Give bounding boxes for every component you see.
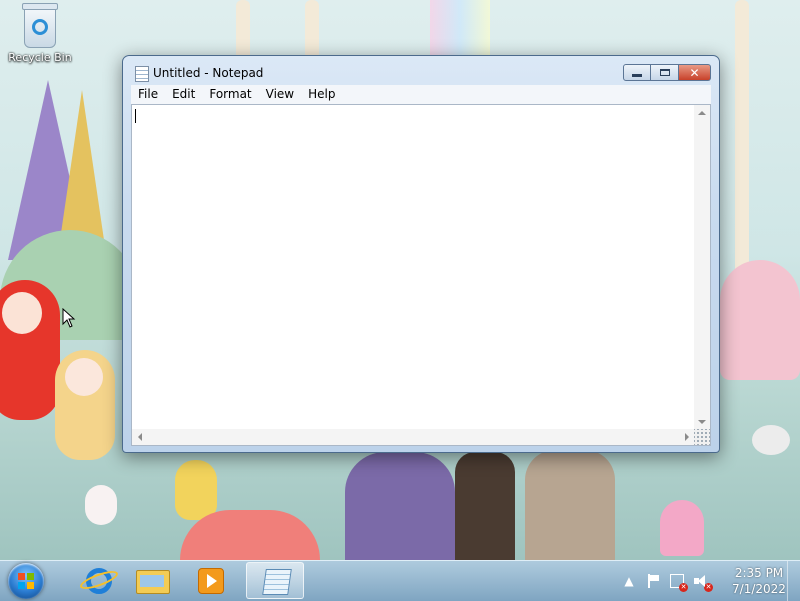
text-editor[interactable] (132, 105, 695, 430)
window-title: Untitled - Notepad (153, 66, 264, 80)
window-titlebar[interactable]: Untitled - Notepad ✕ (123, 56, 719, 86)
wallpaper-doll-face (2, 292, 42, 334)
scroll-left-icon[interactable] (138, 433, 142, 441)
wallpaper-yellow-cone (60, 90, 104, 240)
wallpaper-figure (455, 452, 515, 560)
notepad-window[interactable]: Untitled - Notepad ✕ File Edit Format Vi… (122, 55, 720, 453)
menu-help[interactable]: Help (301, 85, 342, 104)
menu-bar: File Edit Format View Help (131, 85, 711, 104)
wallpaper-doll-face (65, 358, 103, 396)
close-icon: ✕ (689, 65, 700, 80)
wallpaper-tree (735, 0, 749, 300)
clock[interactable]: 2:35 PM 7/1/2022 (728, 565, 790, 597)
wallpaper-pink-plant (720, 260, 800, 380)
clock-time: 2:35 PM (734, 566, 784, 580)
show-desktop-button[interactable] (787, 561, 800, 601)
clock-date: 7/1/2022 (732, 582, 786, 596)
file-explorer-icon (136, 570, 170, 594)
resize-grip-icon[interactable] (694, 429, 710, 445)
taskbar-notepad[interactable] (246, 562, 304, 599)
windows-media-player-icon (198, 568, 224, 594)
wallpaper-white-bird (85, 485, 117, 525)
text-caret (135, 109, 136, 123)
windows-start-icon (18, 573, 34, 589)
wallpaper-cupcake (660, 500, 704, 556)
editor-frame (131, 104, 711, 446)
show-hidden-icons-button[interactable]: ▲ (622, 574, 636, 588)
scroll-down-icon[interactable] (698, 420, 706, 424)
menu-view[interactable]: View (259, 85, 301, 104)
action-center-flag-icon[interactable] (646, 574, 660, 588)
menu-format[interactable]: Format (202, 85, 258, 104)
volume-muted-icon[interactable]: ✕ (694, 574, 713, 592)
vertical-scrollbar[interactable] (694, 105, 710, 430)
mute-badge-icon: ✕ (704, 583, 713, 592)
desktop-icon-recycle-bin[interactable]: Recycle Bin (4, 3, 76, 64)
wallpaper-mouse (752, 425, 790, 455)
close-button[interactable]: ✕ (679, 64, 711, 81)
recycle-bin-icon (22, 3, 58, 48)
minimize-button[interactable] (623, 64, 651, 81)
taskbar: ▲ ✕ ✕ 2:35 PM 7/1/2022 (0, 560, 800, 601)
taskbar-file-explorer[interactable] (124, 562, 182, 599)
system-tray: ▲ ✕ ✕ 2:35 PM 7/1/2022 (610, 561, 800, 601)
menu-edit[interactable]: Edit (165, 85, 202, 104)
wallpaper-tree (305, 0, 319, 60)
minimize-icon (632, 74, 642, 77)
maximize-icon (659, 69, 670, 76)
desktop-icon-label: Recycle Bin (8, 51, 72, 64)
wallpaper-figure (525, 450, 615, 560)
start-button[interactable] (8, 563, 44, 599)
wallpaper-figure (345, 452, 455, 560)
mouse-pointer-icon (62, 308, 76, 328)
network-error-icon[interactable]: ✕ (670, 574, 688, 592)
menu-file[interactable]: File (131, 85, 165, 104)
error-badge-icon: ✕ (679, 583, 688, 592)
taskbar-internet-explorer[interactable] (70, 562, 128, 599)
notepad-icon (262, 569, 292, 595)
caption-buttons: ✕ (623, 64, 711, 82)
notepad-icon[interactable] (135, 66, 149, 82)
scroll-right-icon[interactable] (685, 433, 689, 441)
horizontal-scrollbar[interactable] (132, 429, 695, 445)
wallpaper-yellow-bird (175, 460, 217, 520)
taskbar-media-player[interactable] (182, 562, 240, 599)
scroll-up-icon[interactable] (698, 111, 706, 115)
maximize-button[interactable] (651, 64, 679, 81)
